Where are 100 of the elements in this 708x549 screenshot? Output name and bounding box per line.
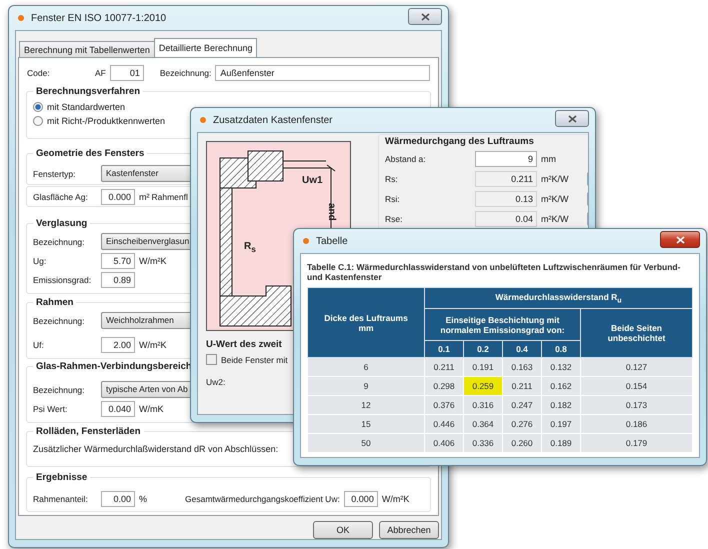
table-cell[interactable]: 0.163 — [502, 358, 542, 376]
field-label: Abstand a: — [385, 154, 427, 164]
table-cell: 0.173 — [580, 396, 692, 414]
field-label: Rsi: — [385, 194, 401, 204]
input-field[interactable]: 9 — [475, 151, 537, 167]
field-label: Code: — [27, 68, 51, 78]
input-field[interactable]: 0.04 — [475, 211, 537, 227]
radio-button[interactable] — [33, 116, 43, 126]
field-label: Bezeichnung: — [33, 316, 86, 326]
table-cell[interactable]: 0.211 — [424, 358, 464, 376]
table-cell: 0.154 — [580, 376, 692, 396]
field-label: Emissionsgrad: — [33, 274, 92, 284]
close-button[interactable] — [555, 110, 589, 127]
close-button[interactable] — [660, 231, 700, 248]
table-cell[interactable]: 0.260 — [502, 434, 542, 452]
section-title: U-Wert des zweit — [206, 339, 283, 350]
table-cell: 15 — [308, 414, 424, 434]
input-field[interactable]: 0.211 — [475, 171, 537, 187]
unit-label: % — [139, 494, 148, 504]
table-cell[interactable]: 0.276 — [502, 414, 542, 434]
group-title: Geometrie des Fensters — [33, 148, 148, 159]
diagram-label: Uw1 — [302, 175, 323, 186]
table-cell[interactable]: 0.316 — [464, 396, 502, 414]
field-label: Gesamtwärmedurchgangskoeffizient Uw: — [185, 494, 340, 504]
field-label: Glasfläche Ag: — [33, 192, 89, 202]
field-label: Psi Wert: — [33, 404, 68, 414]
table-cell[interactable]: 0.247 — [502, 396, 542, 414]
app-icon — [200, 117, 206, 123]
table-cell[interactable]: 0.259 — [464, 376, 502, 396]
table-cell[interactable]: 0.336 — [464, 434, 502, 452]
field-label: Uw2: — [206, 376, 226, 386]
column-header: Einseitige Beschichtung mit normalem Emissionsgrad von: — [424, 308, 580, 340]
table-cell: 50 — [308, 434, 424, 452]
unit-label: m²K/W — [541, 194, 570, 204]
group-title: Verglasung — [33, 218, 90, 229]
input-field[interactable]: 0.89 — [101, 272, 135, 288]
input-field[interactable]: Außenfenster — [215, 64, 430, 80]
unit-label: W/mK — [139, 404, 164, 414]
dialog-button[interactable]: Abbrechen — [379, 521, 439, 539]
table-cell: 0.186 — [580, 414, 692, 434]
table-cell[interactable]: 0.376 — [424, 396, 464, 414]
table-cell[interactable]: 0.211 — [502, 376, 542, 396]
input-field[interactable]: 0.000 — [344, 490, 378, 506]
close-icon — [676, 236, 684, 244]
table-cell: 0.179 — [580, 434, 692, 452]
field-label: Rahmenanteil: — [33, 494, 89, 504]
table-cell[interactable]: 0.406 — [424, 434, 464, 452]
unit-label: m² — [139, 192, 150, 202]
input-field[interactable]: 0.040 — [101, 400, 135, 416]
field-label: Rse: — [385, 214, 404, 224]
window-title: Fenster EN ISO 10077-1:2010 — [31, 12, 168, 24]
table-cell[interactable]: 0.189 — [542, 434, 580, 452]
tab[interactable]: Detaillierte Berechnung — [154, 38, 258, 57]
field-label: Rs: — [385, 174, 399, 184]
column-header: 0.4 — [502, 340, 542, 358]
unit-label: W/m²K — [139, 340, 166, 350]
table-cell[interactable]: 0.182 — [542, 396, 580, 414]
radio-label: mit Standardwerten — [47, 102, 126, 112]
table-cell: 0.127 — [580, 358, 692, 376]
unit-label: W/m²K — [382, 494, 410, 504]
dialog-button[interactable]: OK — [313, 521, 373, 539]
unit-label: W/m²K — [139, 256, 166, 266]
input-field[interactable]: 01 — [110, 64, 144, 80]
close-button[interactable] — [408, 8, 442, 25]
unit-label: mm — [541, 154, 557, 164]
table-cell: 6 — [308, 358, 424, 376]
window-title: Zusatzdaten Kastenfenster — [213, 114, 334, 126]
window-title: Tabelle — [316, 236, 349, 246]
unit-label: m²K/W — [541, 174, 570, 184]
input-field[interactable]: 5.70 — [101, 252, 135, 268]
checkbox[interactable] — [206, 354, 217, 365]
checkbox-label: Beide Fenster mit — [221, 354, 288, 364]
table-cell[interactable]: 0.191 — [464, 358, 502, 376]
app-icon — [303, 238, 309, 244]
input-field[interactable]: 0.13 — [475, 191, 537, 207]
field-label: Bezeichnung: — [160, 68, 212, 78]
header-text: Dicke des Luftraums — [324, 312, 408, 322]
column-header: 0.8 — [542, 340, 580, 358]
radio-label: mit Richt-/Produktkennwerten — [47, 116, 166, 126]
table-cell[interactable]: 0.446 — [424, 414, 464, 434]
group-title: Rolläden, Fensterläden — [33, 426, 144, 437]
table-cell[interactable]: 0.197 — [542, 414, 580, 434]
column-header: Beide Seiten unbeschichtet — [580, 308, 692, 358]
field-label: Rahmenfl — [152, 192, 188, 202]
table-cell: 9 — [308, 376, 424, 396]
diagram-label: R$_{s}$ — [244, 241, 256, 254]
tab[interactable]: Berechnung mit Tabellenwerten — [19, 41, 155, 57]
table-caption: Tabelle C.1: Wärmedurchlasswiderstand von unbelüfteten Luftzwischenräumen für Verbund- und Kastenfenster — [307, 262, 682, 282]
field-label: Bezeichnung: — [33, 384, 86, 394]
app-icon — [18, 15, 24, 21]
table-cell[interactable]: 0.364 — [464, 414, 502, 434]
input-field[interactable]: 0.00 — [101, 490, 135, 506]
input-field[interactable]: 2.00 — [101, 336, 135, 352]
table-cell[interactable]: 0.132 — [542, 358, 580, 376]
table-cell[interactable]: 0.298 — [424, 376, 464, 396]
radio-button[interactable] — [33, 102, 43, 112]
field-label: Fenstertyp: — [33, 168, 77, 178]
table-cell[interactable]: 0.162 — [542, 376, 580, 396]
unit-label: m²K/W — [541, 214, 570, 224]
input-field[interactable]: 0.000 — [101, 188, 135, 204]
